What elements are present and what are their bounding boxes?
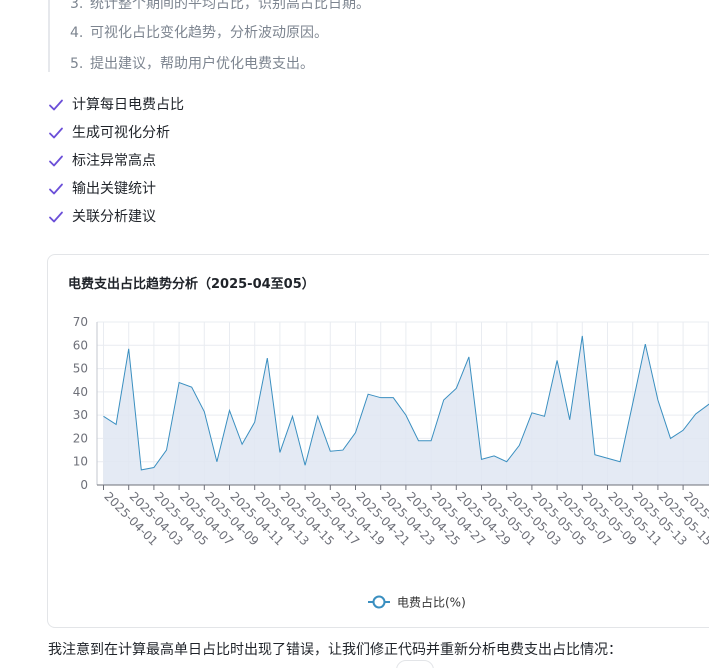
step-number: 4.	[70, 25, 84, 41]
step-number: 5.	[70, 56, 84, 72]
y-axis-tick-label: 70	[73, 315, 88, 329]
ordered-step-item: 3. 统计整个期间的平均占比，识别高占比日期。	[70, 0, 370, 13]
y-axis-tick-label: 50	[73, 362, 88, 376]
legend-label: 电费占比(%)	[397, 595, 466, 610]
check-icon	[49, 155, 63, 167]
task-label: 输出关键统计	[72, 181, 156, 197]
steps-rail	[48, 0, 50, 72]
ordered-step-item: 4. 可视化占比变化趋势，分析波动原因。	[70, 24, 328, 42]
check-icon	[49, 127, 63, 139]
scroll-down-button[interactable]	[396, 660, 434, 668]
step-text: 统计整个期间的平均占比，识别高占比日期。	[90, 0, 370, 12]
check-icon	[49, 99, 63, 111]
legend-marker	[372, 595, 386, 609]
check-icon	[49, 211, 63, 223]
check-icon	[49, 183, 63, 195]
y-axis-tick-label: 20	[73, 431, 88, 445]
assistant-message-text: 我注意到在计算最高单日占比时出现了错误，让我们修正代码并重新分析电费支出占比情况…	[48, 642, 622, 658]
y-axis-tick-label: 60	[73, 338, 88, 352]
task-label: 生成可视化分析	[72, 125, 170, 141]
task-label: 关联分析建议	[72, 209, 156, 225]
step-text: 提出建议，帮助用户优化电费支出。	[90, 56, 314, 72]
chart-plot: 0102030405060702025-04-012025-04-032025-…	[73, 315, 709, 610]
chart-card: 电费支出占比趋势分析（2025-04至05） 0 10 20 30 40 50 60 70 20…	[47, 254, 709, 628]
step-number: 3.	[70, 0, 84, 12]
y-axis-tick-label: 10	[73, 455, 88, 469]
task-label: 计算每日电费占比	[72, 97, 184, 113]
y-axis-tick-label: 0	[80, 478, 88, 492]
task-label: 标注异常高点	[72, 153, 156, 169]
y-axis-tick-label: 40	[73, 385, 88, 399]
step-text: 可视化占比变化趋势，分析波动原因。	[90, 25, 328, 41]
y-axis-tick-label: 30	[73, 408, 88, 422]
ordered-step-item: 5. 提出建议，帮助用户优化电费支出。	[70, 55, 314, 73]
